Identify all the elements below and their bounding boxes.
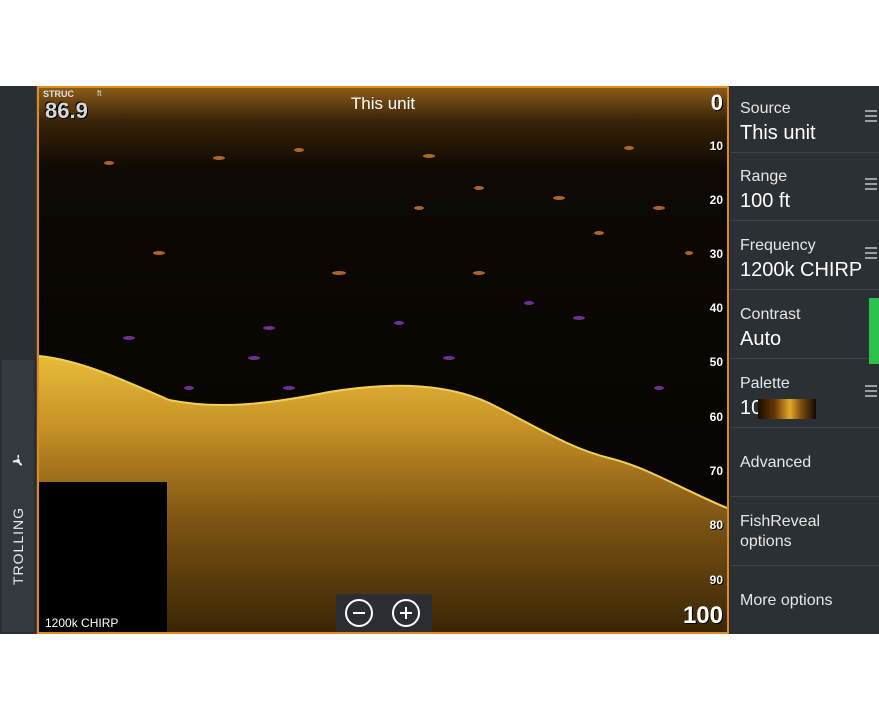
palette-swatch bbox=[758, 399, 816, 419]
menu-item-range[interactable]: Range 100 ft bbox=[730, 154, 879, 221]
menu-item-fishreveal-options[interactable]: FishReveal options bbox=[730, 499, 879, 566]
menu-item-title: Advanced bbox=[740, 454, 812, 471]
frequency-label: 1200k CHIRP bbox=[45, 616, 119, 630]
frequency-panel: 1200k CHIRP bbox=[39, 482, 167, 632]
menu-item-palette[interactable]: Palette 10 bbox=[730, 361, 879, 428]
menu-item-value: This unit bbox=[740, 122, 816, 144]
menu-item-more-options[interactable]: More options bbox=[730, 568, 879, 635]
menu-item-title: Palette bbox=[740, 375, 790, 392]
drag-handle-icon bbox=[865, 247, 877, 262]
menu-item-title: Source bbox=[740, 100, 791, 117]
plus-circle-icon[interactable] bbox=[392, 599, 420, 627]
menu-item-title-line2: options bbox=[740, 533, 792, 550]
source-title: This unit bbox=[350, 94, 416, 113]
drag-handle-icon bbox=[865, 178, 877, 193]
depth-scale-label: 0 bbox=[710, 90, 723, 115]
depth-scale-label: 50 bbox=[709, 355, 723, 369]
menu-item-value: Auto bbox=[740, 328, 782, 350]
menu-item-source[interactable]: Source This unit bbox=[730, 86, 879, 153]
menu-item-title: Frequency bbox=[740, 237, 816, 254]
propeller-icon bbox=[12, 454, 23, 466]
sonar-view[interactable]: STRUC ft 86.9 This unit 0 10 20 30 40 50… bbox=[37, 86, 729, 634]
menu-item-frequency[interactable]: Frequency 1200k CHIRP bbox=[730, 223, 879, 290]
menu-item-advanced[interactable]: Advanced bbox=[730, 430, 879, 497]
menu-item-value: 100 ft bbox=[740, 190, 791, 212]
depth-scale-label: 60 bbox=[709, 410, 723, 424]
depth-scale-label: 100 bbox=[682, 602, 723, 629]
menu-item-title: Contrast bbox=[740, 306, 801, 323]
settings-menu: Source This unit Range 100 ft Frequency … bbox=[730, 86, 879, 634]
menu-item-title: More options bbox=[740, 592, 833, 609]
depth-scale-label: 30 bbox=[709, 247, 723, 261]
minus-circle-icon[interactable] bbox=[345, 599, 373, 627]
drag-handle-icon bbox=[865, 385, 877, 400]
menu-item-title: FishReveal bbox=[740, 513, 821, 530]
trolling-tab[interactable] bbox=[2, 360, 34, 632]
menu-item-contrast[interactable]: Contrast Auto bbox=[730, 292, 879, 364]
drag-handle-icon bbox=[865, 110, 877, 125]
side-tab[interactable]: TROLLING bbox=[0, 86, 37, 634]
depth-scale-label: 70 bbox=[709, 464, 723, 478]
menu-item-value: 1200k CHIRP bbox=[740, 259, 863, 281]
contrast-indicator bbox=[869, 298, 879, 364]
depth-scale-label: 80 bbox=[709, 518, 723, 532]
depth-scale-label: 20 bbox=[709, 193, 723, 207]
trolling-label: TROLLING bbox=[10, 506, 26, 586]
menu-item-title: Range bbox=[740, 168, 788, 185]
zoom-controls bbox=[336, 594, 432, 632]
depth-scale-label: 40 bbox=[709, 301, 723, 315]
depth-scale-label: 90 bbox=[709, 573, 723, 587]
sonar-display-device: TROLLING STRUC ft 86.9 This unit 0 10 20… bbox=[0, 86, 879, 634]
depth-scale-label: 10 bbox=[709, 139, 723, 153]
